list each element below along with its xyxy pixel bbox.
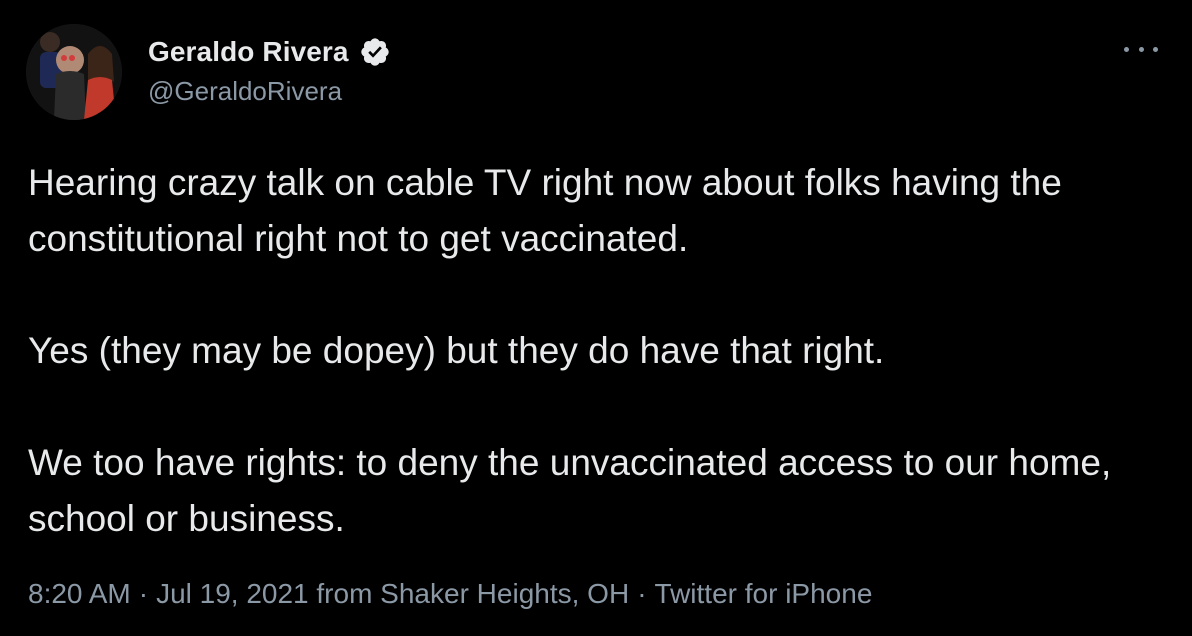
- more-dot-icon: [1124, 46, 1129, 52]
- author-handle[interactable]: @GeraldoRivera: [148, 76, 342, 107]
- more-dot-icon: [1153, 46, 1158, 52]
- tweet-paragraph: Hearing crazy talk on cable TV right now…: [28, 162, 1062, 259]
- more-options-icon[interactable]: [1124, 40, 1158, 58]
- tweet-paragraph: Yes (they may be dopey) but they do have…: [28, 330, 885, 371]
- tweet-date-location[interactable]: Jul 19, 2021 from Shaker Heights, OH: [156, 578, 629, 609]
- tweet-body: Hearing crazy talk on cable TV right now…: [28, 155, 1168, 547]
- more-dot-icon: [1138, 46, 1144, 52]
- tweet-paragraph: We too have rights: to deny the unvaccin…: [28, 442, 1112, 539]
- avatar-photo-icon: [26, 24, 122, 120]
- tweet-metadata: 8:20 AM · Jul 19, 2021 from Shaker Heights…: [28, 578, 872, 610]
- tweet-time[interactable]: 8:20 AM: [28, 578, 131, 609]
- display-name[interactable]: Geraldo Rivera: [148, 36, 349, 68]
- tweet-card: Geraldo Rivera @GeraldoRivera Hearing cr…: [0, 0, 1192, 636]
- author-name-row: Geraldo Rivera: [148, 32, 391, 72]
- meta-separator: ·: [637, 578, 647, 609]
- verified-badge-icon: [359, 36, 391, 68]
- avatar[interactable]: [26, 24, 122, 120]
- meta-separator: ·: [138, 578, 149, 609]
- tweet-source[interactable]: Twitter for iPhone: [655, 578, 873, 609]
